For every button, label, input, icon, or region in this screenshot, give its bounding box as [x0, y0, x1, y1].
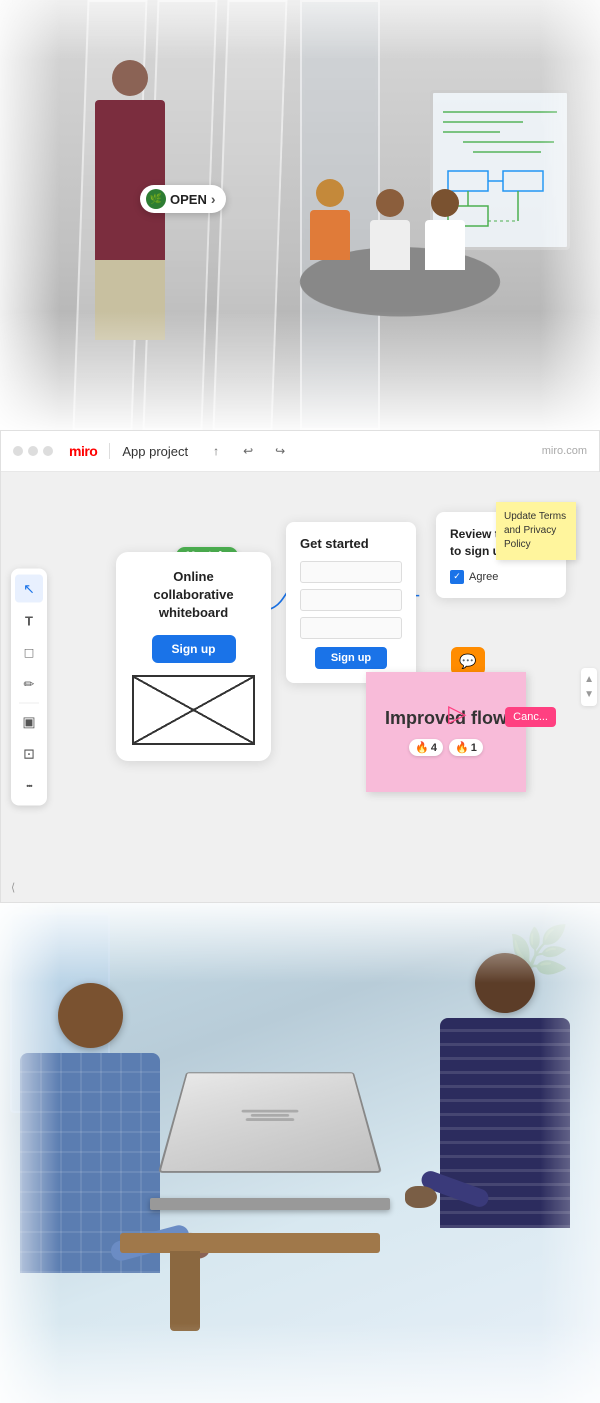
person-left-head	[58, 983, 123, 1048]
window-dots	[13, 446, 53, 456]
laptop-screen	[158, 1072, 382, 1173]
frame-tool[interactable]: ⊡	[15, 740, 43, 768]
miro-toolbar-icons: ↑ ↩ ↪	[204, 439, 292, 463]
person-head	[112, 60, 148, 96]
fire-count-1: 4	[431, 742, 437, 754]
fade-left	[0, 0, 60, 430]
window-dot-2	[28, 446, 38, 456]
gs-input-1[interactable]	[300, 561, 402, 583]
pen-tool[interactable]: ✏	[15, 671, 43, 699]
wb-line-1	[443, 111, 557, 113]
laptop-base	[150, 1198, 390, 1210]
top-photo-section: 🌿 OPEN ›	[0, 0, 600, 430]
agree-checkbox[interactable]: ✓	[450, 570, 464, 584]
open-label: OPEN	[170, 192, 207, 207]
miro-logo: miro	[69, 443, 97, 459]
fire-emoji-2: 🔥	[455, 741, 469, 754]
undo-button[interactable]: ↩	[236, 439, 260, 463]
reaction-fire-1[interactable]: 🔥 4	[409, 739, 443, 756]
get-started-title: Get started	[300, 536, 402, 551]
text-tool[interactable]: T	[15, 607, 43, 635]
gs-input-2[interactable]	[300, 589, 402, 611]
agree-row: ✓ Agree	[450, 570, 552, 584]
miro-canvas: ↖ T □ ✏ ▣ ⊡ ••• ▲ ▼	[1, 472, 600, 902]
sticky-pink-improved-flow[interactable]: Improved flow 🔥 4 🔥 1	[366, 672, 526, 792]
wb-line-4	[463, 141, 554, 143]
person-right-bottom	[440, 953, 570, 1228]
person-legs	[95, 260, 165, 340]
fade-bottom-bottom	[0, 1323, 600, 1403]
get-started-card[interactable]: Get started Sign up	[286, 522, 416, 683]
cursor-tool[interactable]: ↖	[15, 575, 43, 603]
redo-button[interactable]: ↪	[268, 439, 292, 463]
wb-line-2	[443, 121, 523, 123]
seated-person-3	[425, 189, 465, 270]
miro-url: miro.com	[542, 445, 587, 457]
scroll-down-arrow[interactable]: ▼	[584, 689, 594, 700]
agree-label: Agree	[469, 571, 498, 583]
more-tools[interactable]: •••	[15, 772, 43, 800]
wb-line-3	[443, 131, 500, 133]
table-leg	[170, 1251, 200, 1331]
person-left-bottom	[20, 983, 160, 1273]
scroll-up-arrow[interactable]: ▲	[584, 674, 594, 685]
miro-project-name[interactable]: App project	[122, 444, 188, 459]
window-dot-3	[43, 446, 53, 456]
cancel-badge[interactable]: Canc...	[505, 707, 556, 727]
tool-panel: ↖ T □ ✏ ▣ ⊡ •••	[11, 569, 47, 806]
canvas-content: Mustafa Online collaborative whiteboard …	[56, 492, 586, 892]
table-surface	[120, 1233, 380, 1253]
reaction-fire-2[interactable]: 🔥 1	[449, 739, 483, 756]
wireframe-image-placeholder	[132, 675, 255, 745]
window-dot-1	[13, 446, 23, 456]
open-icon: 🌿	[146, 189, 166, 209]
person-right-head	[475, 953, 535, 1013]
rectangle-tool[interactable]: □	[15, 639, 43, 667]
open-arrow: ›	[211, 191, 216, 207]
open-badge: 🌿 OPEN ›	[140, 185, 226, 213]
gs-input-3[interactable]	[300, 617, 402, 639]
wb-line-5	[473, 151, 541, 153]
wireframe-signup-button[interactable]: Sign up	[152, 635, 236, 663]
get-started-signup-button[interactable]: Sign up	[315, 647, 387, 669]
meeting-area	[250, 80, 570, 360]
office-scene: 🌿 OPEN ›	[0, 0, 600, 430]
fire-emoji-1: 🔥	[415, 741, 429, 754]
fire-count-2: 1	[471, 742, 477, 754]
bottom-photo-section: 🌿	[0, 903, 600, 1403]
laptop-screen-content	[235, 1105, 304, 1126]
tool-divider	[19, 703, 39, 704]
person-right-hand	[405, 1186, 437, 1208]
right-scroll[interactable]: ▲ ▼	[581, 668, 597, 706]
wireframe-card-title: Online collaborative whiteboard	[132, 568, 255, 623]
seated-person-1	[310, 179, 350, 260]
sticky-tool[interactable]: ▣	[15, 708, 43, 736]
person-body	[95, 100, 165, 260]
comment-bubble[interactable]: 💬	[451, 647, 485, 675]
seated-person-2	[370, 189, 410, 270]
person-right-body	[440, 1018, 570, 1228]
improved-flow-text: Improved flow	[385, 708, 507, 729]
miro-section: miro App project ↑ ↩ ↪ miro.com ↖ T □ ✏ …	[0, 430, 600, 903]
sticky-yellow-text: Update Terms and Privacy Policy	[504, 511, 566, 550]
export-button[interactable]: ↑	[204, 439, 228, 463]
bottom-scene: 🌿	[0, 903, 600, 1403]
wireframe-card[interactable]: Online collaborative whiteboard Sign up	[116, 552, 271, 761]
miro-toolbar: miro App project ↑ ↩ ↪ miro.com	[1, 431, 599, 472]
reaction-bar: 🔥 4 🔥 1	[409, 739, 483, 756]
sticky-yellow[interactable]: Update Terms and Privacy Policy	[496, 502, 576, 560]
miro-separator	[109, 443, 110, 459]
pink-arrow: ◁	[448, 702, 466, 731]
page-number[interactable]: ⟨	[11, 881, 15, 894]
